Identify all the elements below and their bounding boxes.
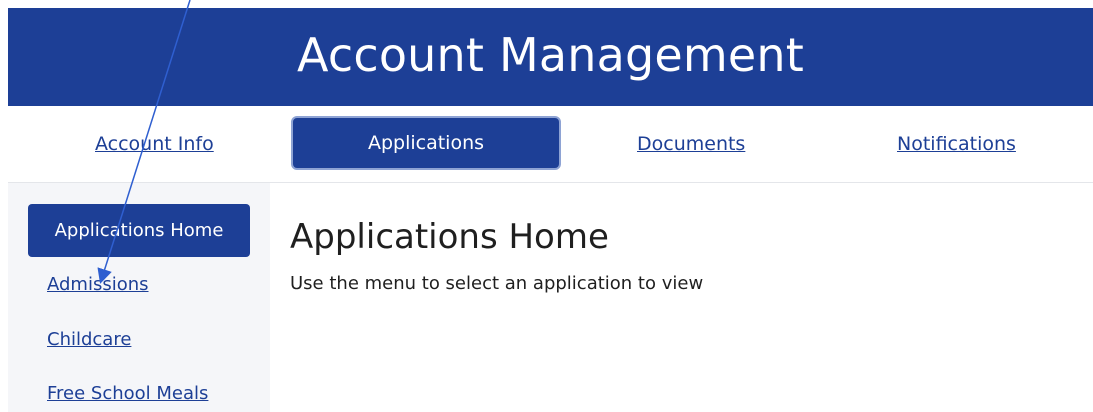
sidebar-item-admissions[interactable]: Admissions	[47, 274, 149, 295]
tab-documents[interactable]: Documents	[637, 133, 745, 155]
sidebar-item-childcare[interactable]: Childcare	[47, 329, 131, 350]
tab-notifications[interactable]: Notifications	[897, 133, 1016, 155]
tab-applications[interactable]: Applications	[291, 116, 561, 170]
sidebar-item-free-school-meals[interactable]: Free School Meals	[47, 383, 208, 404]
main-content: Applications Home Use the menu to select…	[288, 183, 1078, 412]
sidebar-item-applications-home[interactable]: Applications Home	[28, 204, 250, 257]
page: Account Management Account Info Applicat…	[0, 0, 1093, 412]
tab-bar: Account Info Applications Documents Noti…	[8, 106, 1093, 183]
main-instructions: Use the menu to select an application to…	[290, 273, 704, 294]
sidebar: Applications Home Admissions Childcare F…	[8, 183, 270, 412]
page-header-title: Account Management	[297, 28, 804, 82]
left-margin	[0, 0, 8, 412]
header-banner: Account Management	[8, 8, 1093, 106]
main-heading: Applications Home	[290, 217, 609, 257]
tab-account-info[interactable]: Account Info	[95, 133, 214, 155]
